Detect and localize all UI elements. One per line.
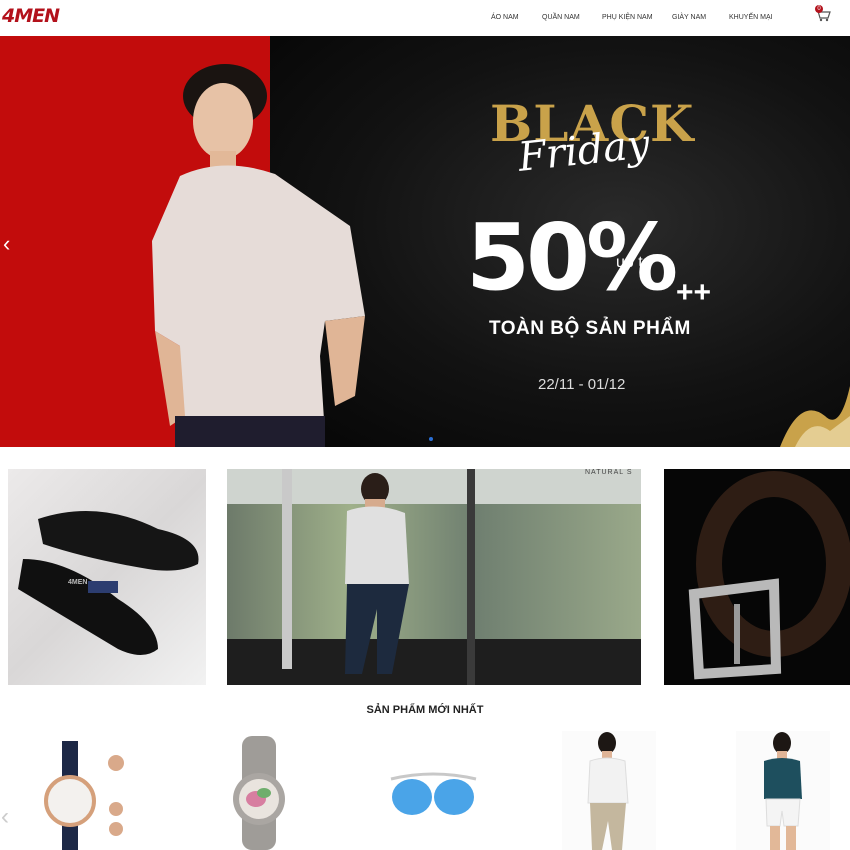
product-image-watch-gray	[233, 736, 285, 850]
promo-plus: ++	[676, 276, 712, 309]
product-card-sunglasses[interactable]	[386, 731, 480, 850]
hero-model-image	[152, 64, 365, 447]
promo-all-products: TOÀN BỘ SẢN PHẨM	[489, 318, 691, 339]
product-image-sunglasses	[390, 772, 477, 815]
nav-quan-nam[interactable]: QUẦN NAM	[542, 14, 580, 21]
product-card-polo[interactable]	[736, 731, 830, 850]
banner-streetwear[interactable]: NATURAL S	[227, 469, 641, 685]
nav-giay-nam[interactable]: GIÀY NAM	[672, 14, 706, 21]
shoe-brand-label: 4MEN	[68, 579, 88, 586]
hero-slider[interactable]: BLACK Friday 50% up to ++ TOÀN BỘ SẢN PH…	[0, 36, 850, 447]
promo-dates: 22/11 - 01/12	[538, 376, 626, 393]
product-image-watch	[44, 741, 124, 850]
header: 4MEN ÁO NAM QUẦN NAM PHỤ KIỆN NAM GIÀY N…	[0, 0, 850, 36]
banner-shoes[interactable]: 4MEN	[8, 469, 206, 685]
cart-count-badge: 0	[815, 5, 823, 13]
products-prev-arrow[interactable]: ‹	[1, 803, 9, 831]
product-card-watch-silicone[interactable]	[212, 731, 306, 850]
product-image-white-tee	[562, 731, 656, 850]
belt-image	[688, 471, 850, 680]
product-card-white-tee[interactable]	[562, 731, 656, 850]
promo-up-to: up to	[616, 254, 652, 271]
gold-ribbon-decoration	[780, 386, 850, 447]
logo[interactable]: 4MEN	[2, 5, 60, 27]
store-sign: NATURAL S	[585, 469, 633, 476]
banner-belt[interactable]	[664, 469, 850, 685]
hero-slide-dot[interactable]	[429, 437, 433, 441]
product-image-polo	[736, 731, 830, 850]
product-card-watch-leather[interactable]	[38, 731, 132, 850]
section-title-new-products: SẢN PHẨM MỚI NHẤT	[366, 704, 484, 716]
streetwear-image	[227, 469, 641, 685]
shoes-image	[18, 511, 199, 655]
nav-khuyen-mai[interactable]: KHUYẾN MẠI	[729, 14, 773, 21]
nav-phu-kien-nam[interactable]: PHỤ KIỆN NAM	[602, 14, 653, 21]
cart-button[interactable]: 0	[814, 5, 832, 23]
nav-ao-nam[interactable]: ÁO NAM	[491, 14, 519, 21]
hero-prev-arrow[interactable]: ‹	[3, 231, 10, 257]
